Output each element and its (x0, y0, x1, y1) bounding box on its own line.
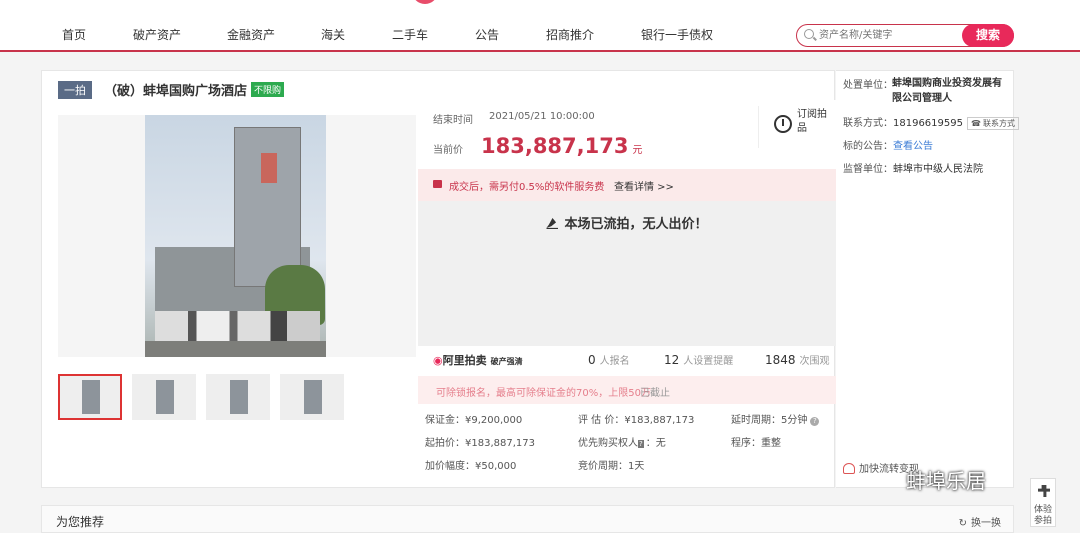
org-label: 处置单位： (843, 80, 893, 91)
param-priority: 优先购买权人? ：无 (578, 438, 666, 449)
thumbnail-strip (58, 374, 354, 420)
nav-bankruptcy-assets[interactable]: 破产资产 (133, 26, 181, 43)
param-procedure: 程序：重整 (731, 438, 781, 449)
current-price-value: 183,887,173 (481, 134, 629, 158)
round-tag: 一拍 (58, 80, 92, 99)
supervisor-row: 监督单位：蚌埠市中级人民法院 (843, 160, 983, 175)
signup-stat: 0 人报名 (588, 353, 630, 367)
supervisor-value: 蚌埠市中级人民法院 (893, 164, 983, 175)
contact-button[interactable]: 联系方式 (967, 117, 1019, 130)
notice-label: 标的公告： (843, 141, 893, 152)
stats-row: ◉阿里拍卖 破产强清 0 人报名 12 人设置提醒 1848 次围观 (418, 346, 836, 374)
auction-result-text: 本场已流拍，无人出价！ (564, 217, 708, 232)
top-navigation-bar: 首页 破产资产 金融资产 海关 二手车 公告 招商推介 银行一手债权 搜索 (0, 0, 1080, 52)
price-unit: 元 (632, 145, 643, 156)
experience-bid-tab[interactable]: 体验参拍 (1030, 478, 1056, 527)
listing-title: （破）蚌埠国购广场酒店 (104, 84, 248, 99)
fee-details-link[interactable]: 查看详情 >> (614, 178, 674, 193)
search-input[interactable] (819, 27, 959, 44)
param-deposit: 保证金：¥9,200,000 (425, 415, 523, 426)
thumbnail-2[interactable] (132, 374, 196, 420)
end-time-value: 2021/05/21 10:00:00 (489, 111, 595, 122)
phone-row: 联系方式：18196619595 联系方式 (843, 114, 1019, 130)
param-increment: 加价幅度：¥50,000 (425, 461, 517, 472)
deposit-bar: 可除锁报名，最高可除保证金的70%，上限50万 已截止 (418, 376, 836, 404)
alarm-clock-icon (774, 115, 792, 133)
fee-notice: 成交后，需另付0.5%的软件服务费 查看详情 >> (418, 169, 836, 201)
thumbnail-1[interactable] (58, 374, 122, 420)
nav-used-cars[interactable]: 二手车 (392, 26, 428, 43)
param-delay: 延时周期：5分钟? (731, 411, 820, 426)
nav-financial-assets[interactable]: 金融资产 (227, 26, 275, 43)
subscribe-button[interactable]: 订阅拍品 (758, 106, 836, 148)
search-icon (804, 29, 814, 39)
notice-row: 标的公告：查看公告 (843, 137, 933, 152)
param-appraisal: 评 估 价：¥183,887,173 (578, 415, 695, 426)
help-icon[interactable]: ? (810, 417, 820, 426)
end-time-row: 结束时间 2021/05/21 10:00:00 (433, 111, 595, 126)
main-photo[interactable] (58, 115, 416, 357)
recommend-section: 为您推荐 换一换 (41, 505, 1014, 533)
gavel-icon (546, 218, 559, 229)
org-row: 处置单位： 蚌埠国购商业投资发展有限公司管理人 (843, 76, 1002, 104)
fee-notice-text: 成交后，需另付0.5%的软件服务费 (449, 182, 605, 193)
reminder-stat: 12 人设置提醒 (664, 353, 734, 367)
bag-icon (433, 180, 442, 188)
current-price-label: 当前价 (433, 145, 463, 156)
watermark: 蚌埠乐居 (906, 469, 986, 493)
nav-customs[interactable]: 海关 (321, 26, 345, 43)
ali-auction-logo: ◉阿里拍卖 破产强清 (433, 354, 523, 367)
subscribe-label: 订阅拍品 (797, 109, 827, 134)
nav-investment[interactable]: 招商推介 (546, 26, 594, 43)
logo-fragment (412, 0, 438, 4)
param-start-price: 起拍价：¥183,887,173 (425, 438, 535, 449)
nav-home[interactable]: 首页 (62, 26, 86, 43)
phone-label: 联系方式： (843, 118, 893, 129)
auction-info: 结束时间 2021/05/21 10:00:00 当前价 183,887,173… (418, 100, 836, 346)
disposal-info-panel: 处置单位： 蚌埠国购商业投资发展有限公司管理人 联系方式：18196619595… (836, 70, 1019, 488)
nav-announcements[interactable]: 公告 (475, 26, 499, 43)
recommend-title: 为您推荐 (56, 515, 105, 529)
search-box: 搜索 (796, 24, 1014, 47)
hammer-icon (1038, 485, 1050, 497)
auction-result: 本场已流拍，无人出价！ (418, 201, 836, 232)
info-icon[interactable]: ? (638, 440, 644, 448)
price-area: 结束时间 2021/05/21 10:00:00 当前价 183,887,173… (418, 100, 836, 169)
thumbnail-3[interactable] (206, 374, 270, 420)
supervisor-label: 监督单位： (843, 164, 893, 175)
hotel-building-photo (145, 115, 326, 357)
deposit-bar-status: 已截止 (640, 388, 670, 399)
thumbnail-4[interactable] (280, 374, 344, 420)
org-value: 蚌埠国购商业投资发展有限公司管理人 (892, 78, 1002, 104)
alert-icon (843, 463, 855, 474)
current-price-row: 当前价 183,887,173 元 (433, 134, 642, 158)
listing-title-row: 一拍 （破）蚌埠国购广场酒店 不限购 (58, 80, 285, 99)
nav-bank-debt[interactable]: 银行一手债权 (641, 26, 713, 43)
param-period: 竞价周期：1天 (578, 461, 645, 472)
search-button[interactable]: 搜索 (962, 24, 1014, 47)
view-notice-link[interactable]: 查看公告 (893, 141, 933, 152)
phone-value: 18196619595 (893, 118, 963, 129)
deposit-bar-text: 可除锁报名，最高可除保证金的70%，上限50万 (436, 388, 651, 399)
views-stat: 1848 次围观 (765, 353, 830, 367)
no-limit-tag: 不限购 (251, 82, 285, 97)
end-time-label: 结束时间 (433, 115, 473, 126)
listing-panel: 一拍 （破）蚌埠国购广场酒店 不限购 结束时间 2021/05/21 10:00… (41, 70, 836, 488)
